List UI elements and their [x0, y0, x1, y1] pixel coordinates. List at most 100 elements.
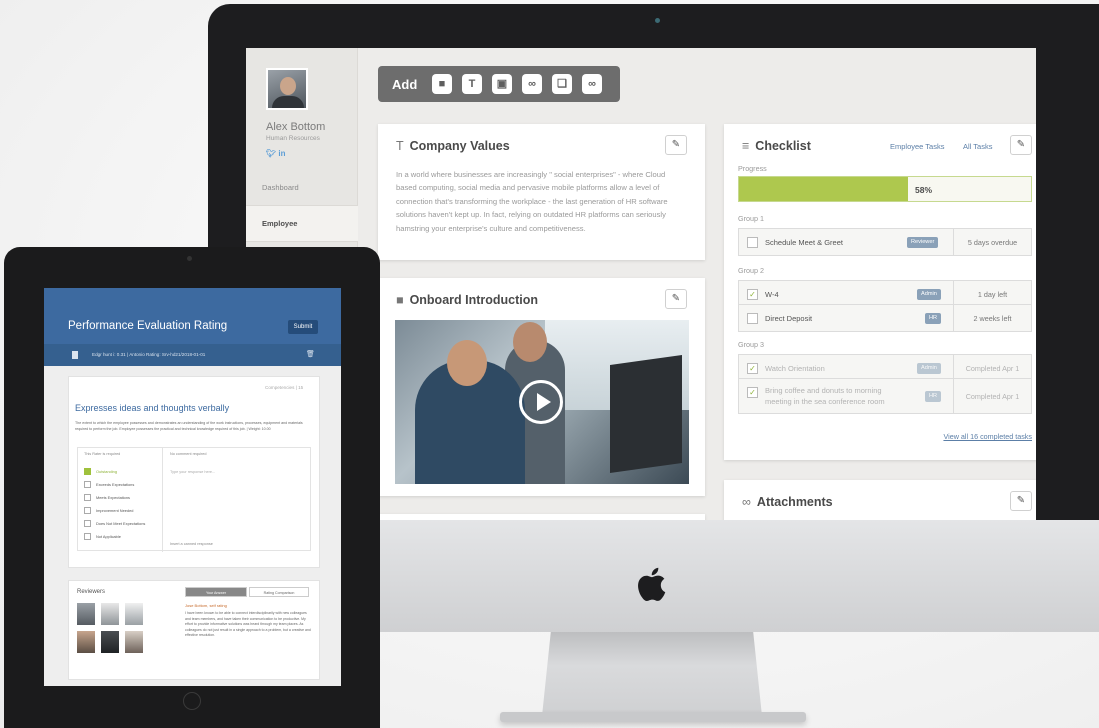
rating-option[interactable]: Improvement Needed [84, 507, 133, 515]
task-due: 5 days overdue [953, 229, 1031, 255]
tablet-subheader: Edgr hunt i: 0.31 | Antonio Rating: Srv-… [44, 344, 341, 366]
trash-icon[interactable]: 🗑︎ [306, 350, 315, 358]
avatar[interactable] [77, 603, 95, 625]
avatar[interactable] [101, 631, 119, 653]
avatar[interactable] [77, 631, 95, 653]
ipad-camera [187, 256, 192, 261]
edit-button[interactable]: ✎ [1010, 135, 1032, 155]
task-row[interactable]: Direct Deposit HR 2 weeks left [738, 304, 1032, 332]
ipad-home-button [183, 692, 201, 710]
add-label: Add [392, 77, 418, 92]
attachments-title: Attachments [756, 495, 833, 509]
review-tabs: Your Answer Rating Comparison [185, 587, 311, 597]
video-camera-icon: ■ [396, 293, 404, 307]
group-label: Group 1 [738, 214, 764, 223]
task-checkbox[interactable] [747, 237, 758, 248]
task-checkbox[interactable] [747, 313, 758, 324]
product-showcase: Alex Bottom Human Resources 🐦︎ in Dashbo… [0, 0, 1099, 728]
progress-bar: 58% [738, 176, 1032, 202]
rating-option[interactable]: Meets Expectations [84, 494, 130, 502]
video-icon[interactable]: ■ [432, 74, 452, 94]
company-values-card: T Company Values ✎ In a world where busin… [378, 124, 705, 260]
role-badge: Reviewer [907, 237, 939, 248]
rating-option[interactable]: Not Applicable [84, 533, 121, 541]
card-title: ∞ Attachments [742, 495, 833, 509]
task-row[interactable]: Schedule Meet & Greet Reviewer 5 days ov… [738, 228, 1032, 256]
task-due: 2 weeks left [953, 305, 1031, 331]
reviewer-name: Jose Bottom, self rating [185, 603, 227, 608]
progress-label: Progress [738, 164, 767, 173]
all-tasks-link[interactable]: All Tasks [963, 142, 992, 151]
reviewers-panel: Reviewers Your Answer Rating Comparison … [68, 580, 320, 680]
competency-count: Competencies | 15 [265, 385, 304, 390]
group-label: Group 3 [738, 340, 764, 349]
card-title: ■ Onboard Introduction [396, 293, 538, 307]
view-all-completed-link[interactable]: View all 16 completed tasks [943, 432, 1032, 441]
comment-input[interactable]: Type your response here... [170, 470, 215, 474]
play-icon[interactable] [519, 380, 563, 424]
rating-option[interactable]: Exceeds Expectations [84, 481, 134, 489]
company-values-text: In a world where businesses are increasi… [396, 170, 668, 233]
linkedin-icon[interactable]: in [278, 149, 285, 158]
checklist-card: ≡ Checklist Employee Tasks All Tasks ✎ Pr… [724, 124, 1036, 460]
page-title: Performance Evaluation Rating [68, 320, 228, 332]
add-content-toolbar: Add ■ T ▣ ∞ ❏ ∞ [378, 66, 620, 102]
attachments-card: ∞ Attachments ✎ [724, 480, 1036, 520]
insert-canned-response-link[interactable]: Insert a canned response [170, 542, 213, 546]
list-icon: ≡ [742, 139, 750, 153]
task-due: Completed Apr 1 [953, 379, 1031, 413]
onboard-introduction-card: ■ Onboard Introduction ✎ [378, 278, 705, 496]
task-name: Bring coffee and donuts to morning meeti… [765, 386, 885, 406]
task-checkbox[interactable]: ✓ [747, 387, 758, 398]
sidebar-item-employee[interactable]: Employee [246, 206, 358, 242]
progress-fill [739, 177, 909, 201]
avatar[interactable] [125, 631, 143, 653]
tablet-app-screen: Performance Evaluation Rating Submit Edg… [44, 288, 341, 686]
progress-percent: 58% [915, 185, 933, 195]
sidebar-item-dashboard[interactable]: Dashboard [246, 170, 358, 206]
imac-camera [655, 18, 660, 23]
text-icon[interactable]: T [462, 74, 482, 94]
onboard-video[interactable] [395, 320, 689, 484]
attach-icon[interactable]: ∞ [582, 74, 602, 94]
tab-your-answer[interactable]: Your Answer [185, 587, 247, 597]
task-checkbox[interactable]: ✓ [747, 289, 758, 300]
company-values-title: Company Values [409, 139, 510, 153]
group-label: Group 2 [738, 266, 764, 275]
twitter-icon[interactable]: 🐦︎ [266, 149, 276, 158]
rating-column-header: This Rater is required [84, 452, 121, 456]
link-icon[interactable]: ∞ [522, 74, 542, 94]
edit-button[interactable]: ✎ [665, 289, 687, 309]
task-checkbox[interactable]: ✓ [747, 363, 758, 374]
role-badge: Admin [917, 289, 941, 300]
rating-option[interactable]: Outstanding [84, 468, 117, 476]
submit-button[interactable]: Submit [288, 320, 318, 334]
task-name: Schedule Meet & Greet [765, 238, 843, 247]
employee-tasks-link[interactable]: Employee Tasks [890, 142, 944, 151]
role-badge: HR [925, 313, 942, 324]
task-name: W-4 [765, 290, 779, 299]
reviewers-label: Reviewers [77, 589, 106, 595]
profile-department: Human Resources [266, 135, 320, 142]
social-links: 🐦︎ in [266, 149, 286, 158]
paperclip-icon: ∞ [742, 495, 751, 509]
rating-option[interactable]: Does Not Meet Expectations [84, 520, 145, 528]
tab-rating-comparison[interactable]: Rating Comparison [249, 587, 309, 597]
document-icon [72, 351, 78, 359]
imac-stand-base [500, 712, 806, 722]
task-name: Direct Deposit [765, 314, 813, 323]
avatar[interactable] [266, 68, 308, 110]
edit-button[interactable]: ✎ [1010, 491, 1032, 511]
reviewer-comment: I have been known to be able to connect … [185, 611, 311, 638]
edit-button[interactable]: ✎ [665, 135, 687, 155]
file-icon[interactable]: ❏ [552, 74, 572, 94]
avatar[interactable] [101, 603, 119, 625]
apple-logo-icon [638, 567, 666, 602]
question-title: Expresses ideas and thoughts verbally [75, 403, 230, 413]
comment-column-header: No comment required [170, 452, 207, 456]
avatar[interactable] [125, 603, 143, 625]
question-card: Competencies | 15 Expresses ideas and th… [68, 376, 320, 568]
role-badge: HR [925, 391, 942, 402]
task-row[interactable]: ✓ Bring coffee and donuts to morning mee… [738, 378, 1032, 414]
image-icon[interactable]: ▣ [492, 74, 512, 94]
